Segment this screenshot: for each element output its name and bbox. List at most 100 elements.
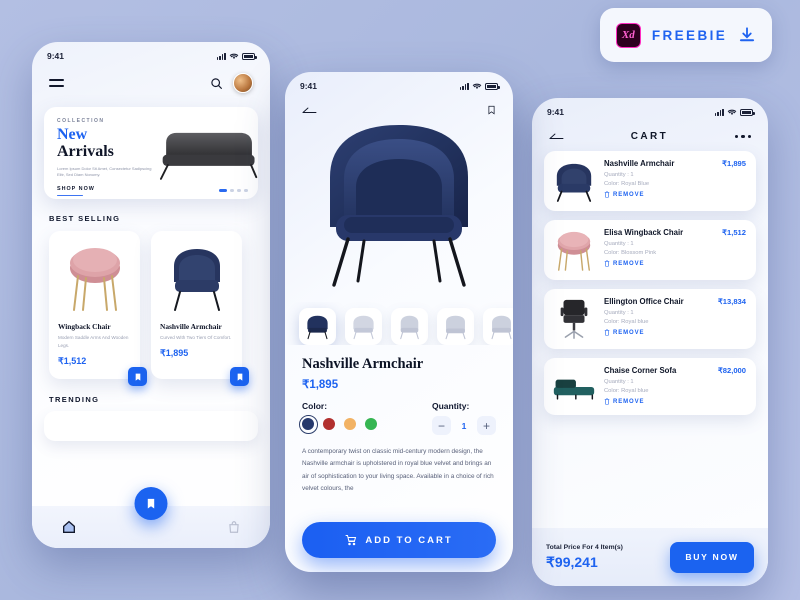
status-time: 9:41 (300, 81, 318, 91)
shop-now-link[interactable]: SHOP NOW (57, 186, 164, 192)
battery-icon (242, 52, 257, 60)
cart-header: CART (532, 117, 768, 142)
product-name: Nashville Armchair (160, 322, 222, 331)
cart-item-name: Ellington Office Chair (604, 297, 684, 306)
remove-button[interactable]: REMOVE (604, 398, 746, 405)
promo-banner[interactable]: COLLECTION New Arrivals Lorem Ipsum Dolo… (44, 107, 258, 199)
status-bar: 9:41 (32, 42, 270, 61)
color-swatch-green[interactable] (365, 418, 377, 430)
buy-now-button[interactable]: BUY NOW (670, 541, 754, 573)
wifi-icon (472, 83, 482, 89)
color-swatch-orange[interactable] (344, 418, 356, 430)
trending-card[interactable] (44, 411, 258, 442)
total-price-value: ₹99,241 (546, 553, 598, 570)
cart-item-price: ₹1,512 (722, 228, 746, 237)
bookmark-icon (237, 373, 242, 381)
freebie-badge[interactable]: Xd FREEBIE (600, 8, 772, 62)
user-avatar[interactable] (233, 73, 253, 93)
banner-title-line2: Arrivals (57, 142, 114, 160)
trash-icon (604, 329, 610, 336)
cart-item-price: ₹82,000 (717, 366, 746, 375)
home-icon[interactable] (61, 519, 77, 535)
color-swatch-group[interactable] (298, 414, 377, 434)
search-icon[interactable] (210, 77, 223, 90)
banner-title-line1: New (57, 126, 88, 143)
cart-item-color: Color: Royal Blue (604, 181, 650, 187)
signal-icon (216, 52, 226, 60)
remove-button[interactable]: REMOVE (604, 260, 746, 267)
cart-item-quantity: Quantity : 1 (604, 240, 634, 247)
hamburger-menu-icon[interactable] (49, 79, 64, 87)
remove-label: REMOVE (613, 260, 645, 267)
adobe-xd-logo-icon: Xd (615, 22, 641, 48)
back-arrow-icon[interactable] (549, 132, 564, 141)
remove-button[interactable]: REMOVE (604, 191, 746, 198)
cart-item-quantity: Quantity : 1 (604, 378, 634, 385)
product-hero-image (285, 112, 513, 302)
trash-icon (604, 191, 610, 198)
back-arrow-icon[interactable] (302, 106, 317, 115)
product-image-wingback-chair (58, 240, 131, 316)
bookmark-button[interactable] (128, 367, 147, 387)
product-description: Modern Saddle Arms And Wooden Legs. (58, 335, 129, 349)
cart-item-row[interactable]: Chaise Corner Sofa ₹82,000 Quantity : 1 … (544, 358, 756, 415)
shopping-cart-icon (345, 535, 357, 546)
quantity-label: Quantity: (432, 401, 470, 411)
signal-icon (459, 82, 469, 90)
phone-product-detail-screen: 9:41 Nashville Armchair ₹1,895 Color: Qu… (285, 72, 513, 572)
product-price: ₹1,512 (58, 356, 87, 367)
status-time: 9:41 (547, 107, 565, 117)
bookmark-button[interactable] (230, 367, 249, 387)
quantity-decrease-button[interactable]: − (432, 416, 451, 435)
quantity-stepper[interactable]: − 1 + (432, 416, 496, 435)
home-header (32, 61, 270, 93)
quantity-value: 1 (461, 420, 467, 431)
remove-button[interactable]: REMOVE (604, 329, 746, 336)
remove-label: REMOVE (613, 398, 645, 405)
color-swatch-red[interactable] (323, 418, 335, 430)
bookmark-fab-button[interactable] (134, 487, 168, 520)
shopping-bag-icon[interactable] (227, 519, 241, 535)
signal-icon (714, 108, 724, 116)
product-card[interactable]: Nashville Armchair Curved With Two Tiers… (151, 231, 249, 387)
cart-item-color: Color: Royal blue (604, 319, 649, 325)
trash-icon (604, 260, 610, 267)
phone-home-screen: 9:41 COLLECTION New Arrivals Lorem Ipsum… (32, 42, 270, 548)
bookmark-icon[interactable] (487, 104, 496, 116)
best-selling-heading: BEST SELLING (49, 214, 121, 223)
cart-item-image-nashville-armchair (550, 159, 597, 203)
cart-item-color: Color: Royal blue (604, 388, 649, 394)
thumbnail-3[interactable] (391, 308, 428, 345)
thumbnail-strip[interactable] (285, 302, 513, 345)
product-card[interactable]: Wingback Chair Modern Saddle Arms And Wo… (49, 231, 147, 387)
wifi-icon (229, 53, 239, 59)
color-swatch-navy[interactable] (298, 414, 318, 434)
banner-sofa-image (154, 123, 258, 181)
remove-label: REMOVE (613, 329, 645, 336)
thumbnail-2[interactable] (345, 308, 382, 345)
bookmark-icon (147, 498, 155, 509)
freebie-label: FREEBIE (651, 27, 728, 43)
banner-pagination-dots[interactable] (219, 189, 248, 192)
cart-item-row[interactable]: Nashville Armchair ₹1,895 Quantity : 1 C… (544, 151, 756, 211)
cart-item-color: Color: Blossom Pink (604, 250, 657, 256)
thumbnail-1[interactable] (299, 308, 336, 345)
trash-icon (604, 398, 610, 405)
cart-item-name: Elisa Wingback Chair (604, 228, 684, 237)
download-icon[interactable] (738, 26, 756, 44)
status-time: 9:41 (47, 51, 65, 61)
thumbnail-5[interactable] (483, 308, 513, 345)
page-title: CART (630, 131, 669, 142)
product-title: Nashville Armchair (302, 356, 424, 372)
quantity-increase-button[interactable]: + (477, 416, 496, 435)
cart-item-row[interactable]: Elisa Wingback Chair ₹1,512 Quantity : 1… (544, 220, 756, 280)
product-image-nashville-armchair (160, 240, 233, 316)
cart-item-row[interactable]: Ellington Office Chair ₹13,834 Quantity … (544, 289, 756, 349)
more-options-icon[interactable] (734, 134, 751, 139)
shop-now-underline (57, 194, 83, 197)
cart-item-price: ₹1,895 (722, 159, 746, 168)
thumbnail-4[interactable] (437, 308, 474, 345)
remove-label: REMOVE (613, 191, 645, 198)
product-description: A contemporary twist on classic mid-cent… (302, 448, 494, 493)
add-to-cart-button[interactable]: ADD TO CART (302, 522, 496, 558)
